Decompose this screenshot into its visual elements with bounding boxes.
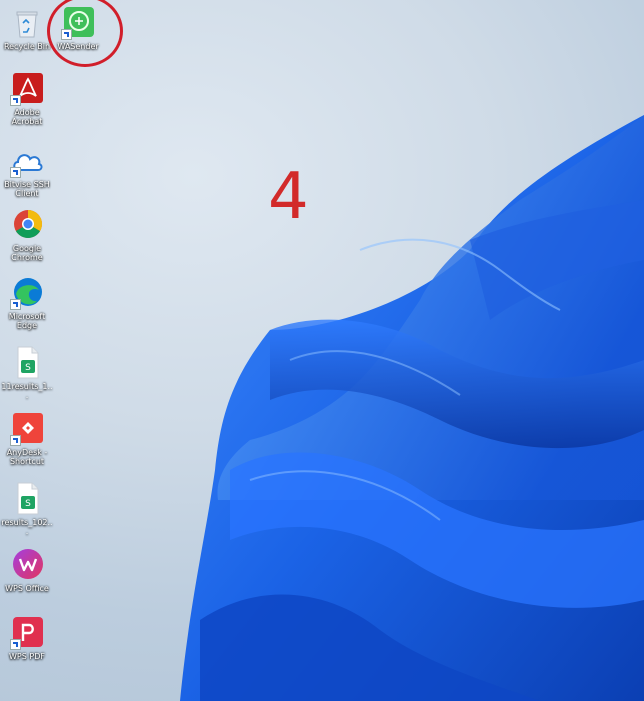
desktop-icon-results-file-1[interactable]: S 11results_1... (1, 346, 53, 400)
edge-icon (10, 276, 44, 310)
icon-label: Adobe Acrobat (11, 108, 43, 126)
shortcut-arrow-icon (10, 435, 21, 446)
desktop-icon-google-chrome[interactable]: Google Chrome (3, 208, 51, 262)
shortcut-arrow-icon (10, 639, 21, 650)
desktop-icon-microsoft-edge[interactable]: Microsoft Edge (3, 276, 51, 330)
icon-label: AnyDesk - Shortcut (6, 448, 48, 466)
icon-label: WPS Office (5, 584, 49, 593)
adobe-acrobat-icon (10, 72, 44, 106)
bitvise-cloud-icon (10, 144, 44, 178)
desktop-icon-bitvise-ssh-client[interactable]: Bitvise SSH Client (3, 144, 51, 198)
wallpaper (180, 115, 644, 701)
icon-label: Google Chrome (11, 244, 43, 262)
icon-label: 11results_1... (1, 382, 53, 400)
desktop-icon-wps-pdf[interactable]: WPS PDF (3, 616, 51, 661)
desktop-icon-results-file-2[interactable]: S results_102... (1, 482, 53, 536)
desktop-icon-wps-office[interactable]: WPS Office (3, 548, 51, 593)
wps-pdf-icon (10, 616, 44, 650)
icon-label: results_102... (1, 518, 53, 536)
svg-text:S: S (25, 363, 31, 373)
desktop-icon-recycle-bin[interactable]: Recycle Bin (3, 6, 51, 51)
shortcut-arrow-icon (10, 299, 21, 310)
anydesk-icon (10, 412, 44, 446)
chrome-icon (10, 208, 44, 242)
icon-label: Recycle Bin (3, 42, 51, 51)
icon-label: WPS PDF (9, 652, 45, 661)
desktop-icon-anydesk-shortcut[interactable]: AnyDesk - Shortcut (3, 412, 51, 466)
spreadsheet-file-icon: S (10, 482, 44, 516)
recycle-bin-icon (10, 6, 44, 40)
shortcut-arrow-icon (10, 95, 21, 106)
wps-office-icon (10, 548, 44, 582)
desktop-icon-adobe-acrobat[interactable]: Adobe Acrobat (3, 72, 51, 126)
shortcut-arrow-icon (10, 167, 21, 178)
icon-label: Bitvise SSH Client (4, 180, 50, 198)
step-number-annotation: 4 (268, 160, 309, 234)
spreadsheet-file-icon: S (10, 346, 44, 380)
icon-label: Microsoft Edge (8, 312, 46, 330)
svg-text:S: S (25, 499, 31, 509)
